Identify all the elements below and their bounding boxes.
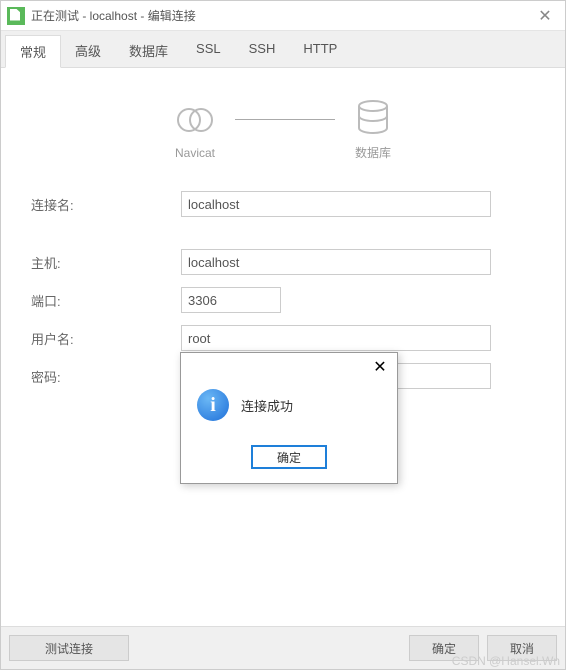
connection-diagram: Navicat 数据库 xyxy=(31,98,535,161)
app-icon xyxy=(7,7,25,25)
content-area: Navicat 数据库 连接名: 主机: 端口: xyxy=(1,68,565,626)
host-label: 主机: xyxy=(31,253,181,272)
tab-advanced[interactable]: 高级 xyxy=(61,35,115,67)
port-input[interactable] xyxy=(181,287,281,313)
window-title: 正在测试 - localhost - 编辑连接 xyxy=(31,7,525,24)
info-icon: i xyxy=(197,389,229,421)
password-label: 密码: xyxy=(31,367,181,386)
port-label: 端口: xyxy=(31,291,181,310)
watermark: CSDN @Hansel.Wn xyxy=(452,654,560,668)
message-dialog: ✕ i 连接成功 确定 xyxy=(180,352,398,484)
tab-ssh[interactable]: SSH xyxy=(235,35,290,67)
connection-name-label: 连接名: xyxy=(31,195,181,214)
titlebar: 正在测试 - localhost - 编辑连接 ✕ xyxy=(1,1,565,31)
test-connection-button[interactable]: 测试连接 xyxy=(9,635,129,661)
dialog-ok-button[interactable]: 确定 xyxy=(251,445,327,469)
connection-name-input[interactable] xyxy=(181,191,491,217)
dialog-close-icon[interactable]: ✕ xyxy=(363,353,397,381)
connection-line xyxy=(235,119,335,120)
username-input[interactable] xyxy=(181,325,491,351)
tab-bar: 常规 高级 数据库 SSL SSH HTTP xyxy=(1,31,565,68)
navicat-label: Navicat xyxy=(175,146,215,160)
main-window: 正在测试 - localhost - 编辑连接 ✕ 常规 高级 数据库 SSL … xyxy=(0,0,566,670)
database-icon: 数据库 xyxy=(355,98,391,161)
dialog-message: 连接成功 xyxy=(241,396,293,415)
tab-ssl[interactable]: SSL xyxy=(182,35,235,67)
username-label: 用户名: xyxy=(31,329,181,348)
host-input[interactable] xyxy=(181,249,491,275)
tab-database[interactable]: 数据库 xyxy=(115,35,182,67)
tab-http[interactable]: HTTP xyxy=(289,35,351,67)
database-label: 数据库 xyxy=(355,144,391,161)
tab-general[interactable]: 常规 xyxy=(5,35,61,68)
navicat-icon: Navicat xyxy=(175,100,215,160)
close-icon[interactable]: ✕ xyxy=(525,1,565,31)
